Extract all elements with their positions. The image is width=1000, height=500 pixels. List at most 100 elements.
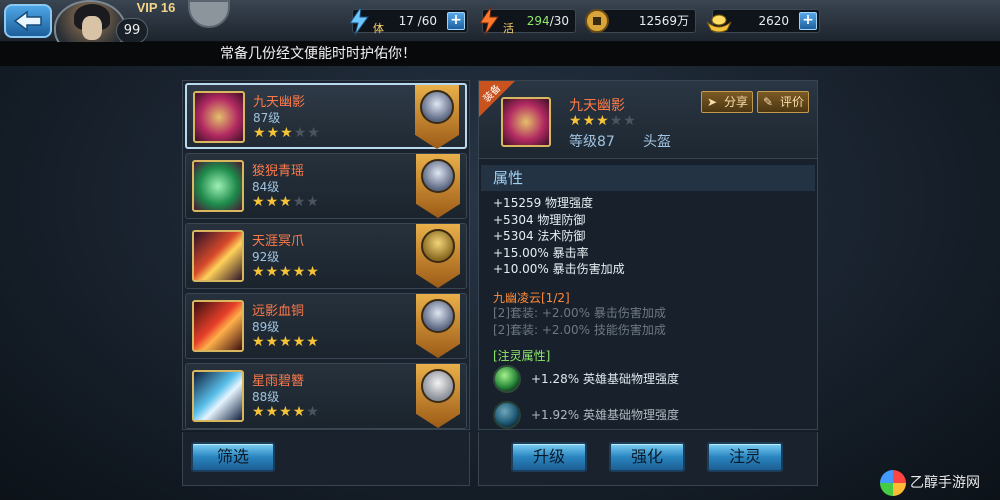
hero-badge: [416, 294, 460, 358]
set-bonus-line: [2]套装: +2.00% 暴击伤害加成: [493, 306, 666, 320]
star-filled-icon: ★: [252, 264, 266, 280]
hero-badge: [416, 224, 460, 288]
share-icon: ➤: [707, 95, 718, 109]
list-item[interactable]: 远影血铜 89级 ★★★★★: [185, 293, 467, 359]
detail-level: 等级87: [569, 134, 615, 150]
attribute-line: +15259 物理强度: [493, 196, 594, 210]
star-empty-icon: ★: [623, 113, 637, 129]
back-button[interactable]: [4, 4, 52, 38]
star-empty-icon: ★: [292, 194, 307, 210]
list-item[interactable]: 星雨碧簪 88级 ★★★★★: [185, 363, 467, 429]
attribute-line: +5304 物理防御: [493, 212, 586, 227]
watermark: 乙醇手游网: [876, 468, 1000, 498]
star-empty-icon: ★: [306, 404, 320, 420]
spirit-attribute-text: +1.92% 英雄基础物理强度: [531, 408, 679, 422]
energy-value: 294: [526, 14, 550, 28]
star-filled-icon: ★: [265, 194, 280, 210]
detail-stars: ★★★★★: [569, 113, 637, 129]
star-filled-icon: ★: [252, 404, 266, 420]
share-label: 分享: [724, 95, 749, 109]
gold-ingot-icon: [706, 14, 732, 33]
list-item[interactable]: 狻猊青瑶 84级 ★★★★★: [185, 153, 467, 219]
enhance-button[interactable]: 强化: [609, 442, 685, 472]
star-filled-icon: ★: [306, 334, 320, 350]
item-name: 天涯冥爪: [252, 234, 305, 249]
energy-max: /30: [549, 14, 569, 28]
spirit-button[interactable]: 注灵: [707, 442, 783, 472]
vip-badge[interactable]: VIP 16: [126, 0, 186, 16]
hairpin-icon: [192, 370, 244, 422]
gold-value: 2620: [758, 14, 789, 28]
item-level: 89级: [252, 320, 280, 334]
lightning-icon: [349, 6, 369, 36]
hero-portrait: [420, 90, 454, 124]
spirit-attribute-text: +1.28% 英雄基础物理强度: [531, 372, 679, 386]
star-filled-icon: ★: [265, 404, 280, 420]
energy-icon: [479, 6, 499, 36]
item-stars: ★★★★★: [252, 264, 320, 280]
star-empty-icon: ★: [307, 125, 321, 141]
stamina-display: 体 17 /60 +: [349, 6, 468, 36]
star-filled-icon: ★: [279, 404, 293, 420]
set-bonus-list: [2]套装: +2.00% 暴击伤害加成 [2]套装: +2.00% 技能伤害加…: [493, 305, 666, 338]
copper-value: 12569万: [638, 14, 689, 28]
star-empty-icon: ★: [306, 194, 320, 210]
copper-display: 12569万: [585, 9, 696, 33]
star-filled-icon: ★: [252, 334, 266, 350]
star-empty-icon: ★: [293, 125, 308, 141]
hero-portrait: [421, 229, 455, 263]
star-filled-icon: ★: [292, 264, 307, 280]
energy-label: 活: [503, 22, 514, 35]
star-filled-icon: ★: [252, 194, 266, 210]
star-filled-icon: ★: [306, 264, 320, 280]
equipment-list[interactable]: 九天幽影 87级 ★★★★★ 狻猊青瑶 84级 ★★★★★ 天涯冥爪 92级 ★…: [182, 80, 470, 430]
list-actions: 筛选: [182, 432, 470, 486]
add-gold-button[interactable]: +: [799, 12, 817, 30]
helmet-icon: [193, 91, 245, 143]
spirit-orb-icon: [493, 365, 521, 393]
detail-header: 装备 九天幽影 ★★★★★ 等级87 头盔 ➤ 分享 ✎ 评价: [479, 81, 817, 159]
notice-bar: 常备几份经文便能时时护佑你！: [0, 42, 1000, 66]
gold-display: 2620 +: [706, 9, 820, 33]
spirit-title: [注灵属性]: [493, 349, 551, 363]
star-filled-icon: ★: [279, 334, 293, 350]
star-filled-icon: ★: [569, 113, 583, 129]
list-item[interactable]: 天涯冥爪 92级 ★★★★★: [185, 223, 467, 289]
hero-badge: [416, 364, 460, 428]
attributes-title: 属性: [481, 165, 815, 191]
claw-icon: [192, 230, 244, 282]
star-filled-icon: ★: [265, 264, 280, 280]
hero-portrait: [421, 159, 455, 193]
upgrade-button[interactable]: 升级: [511, 442, 587, 472]
list-item[interactable]: 九天幽影 87级 ★★★★★: [185, 83, 467, 149]
item-stars: ★★★★★: [252, 334, 320, 350]
spirit-attribute: +1.28% 英雄基础物理强度: [493, 365, 679, 393]
attribute-line: +10.00% 暴击伤害加成: [493, 262, 625, 276]
add-stamina-button[interactable]: +: [447, 12, 465, 30]
player-level: 99: [116, 18, 148, 44]
filter-button[interactable]: 筛选: [191, 442, 275, 472]
item-stars: ★★★★★: [252, 194, 320, 210]
friend-avatar[interactable]: [188, 0, 230, 28]
star-filled-icon: ★: [253, 125, 267, 141]
spirit-orb-icon: [493, 401, 521, 429]
edit-icon: ✎: [763, 95, 774, 109]
hero-portrait: [421, 369, 455, 403]
item-name: 九天幽影: [253, 95, 306, 110]
rate-button[interactable]: ✎ 评价: [757, 91, 809, 113]
item-stars: ★★★★★: [252, 404, 320, 420]
share-button[interactable]: ➤ 分享: [701, 91, 753, 113]
attribute-line: +5304 法术防御: [493, 229, 586, 243]
attribute-list[interactable]: +15259 物理强度 +5304 物理防御 +5304 法术防御 +15.00…: [493, 195, 625, 278]
hero-portrait: [421, 299, 455, 333]
item-name: 狻猊青瑶: [252, 164, 305, 179]
item-name: 星雨碧簪: [252, 374, 305, 389]
star-filled-icon: ★: [596, 113, 610, 129]
item-stars: ★★★★★: [253, 125, 321, 141]
watermark-logo-icon: [880, 470, 906, 496]
hero-badge: [415, 85, 459, 149]
blade-icon: [192, 300, 244, 352]
attribute-line: +15.00% 暴击率: [493, 245, 589, 260]
back-arrow-icon: [13, 10, 42, 32]
watermark-text: 乙醇手游网: [910, 475, 980, 491]
